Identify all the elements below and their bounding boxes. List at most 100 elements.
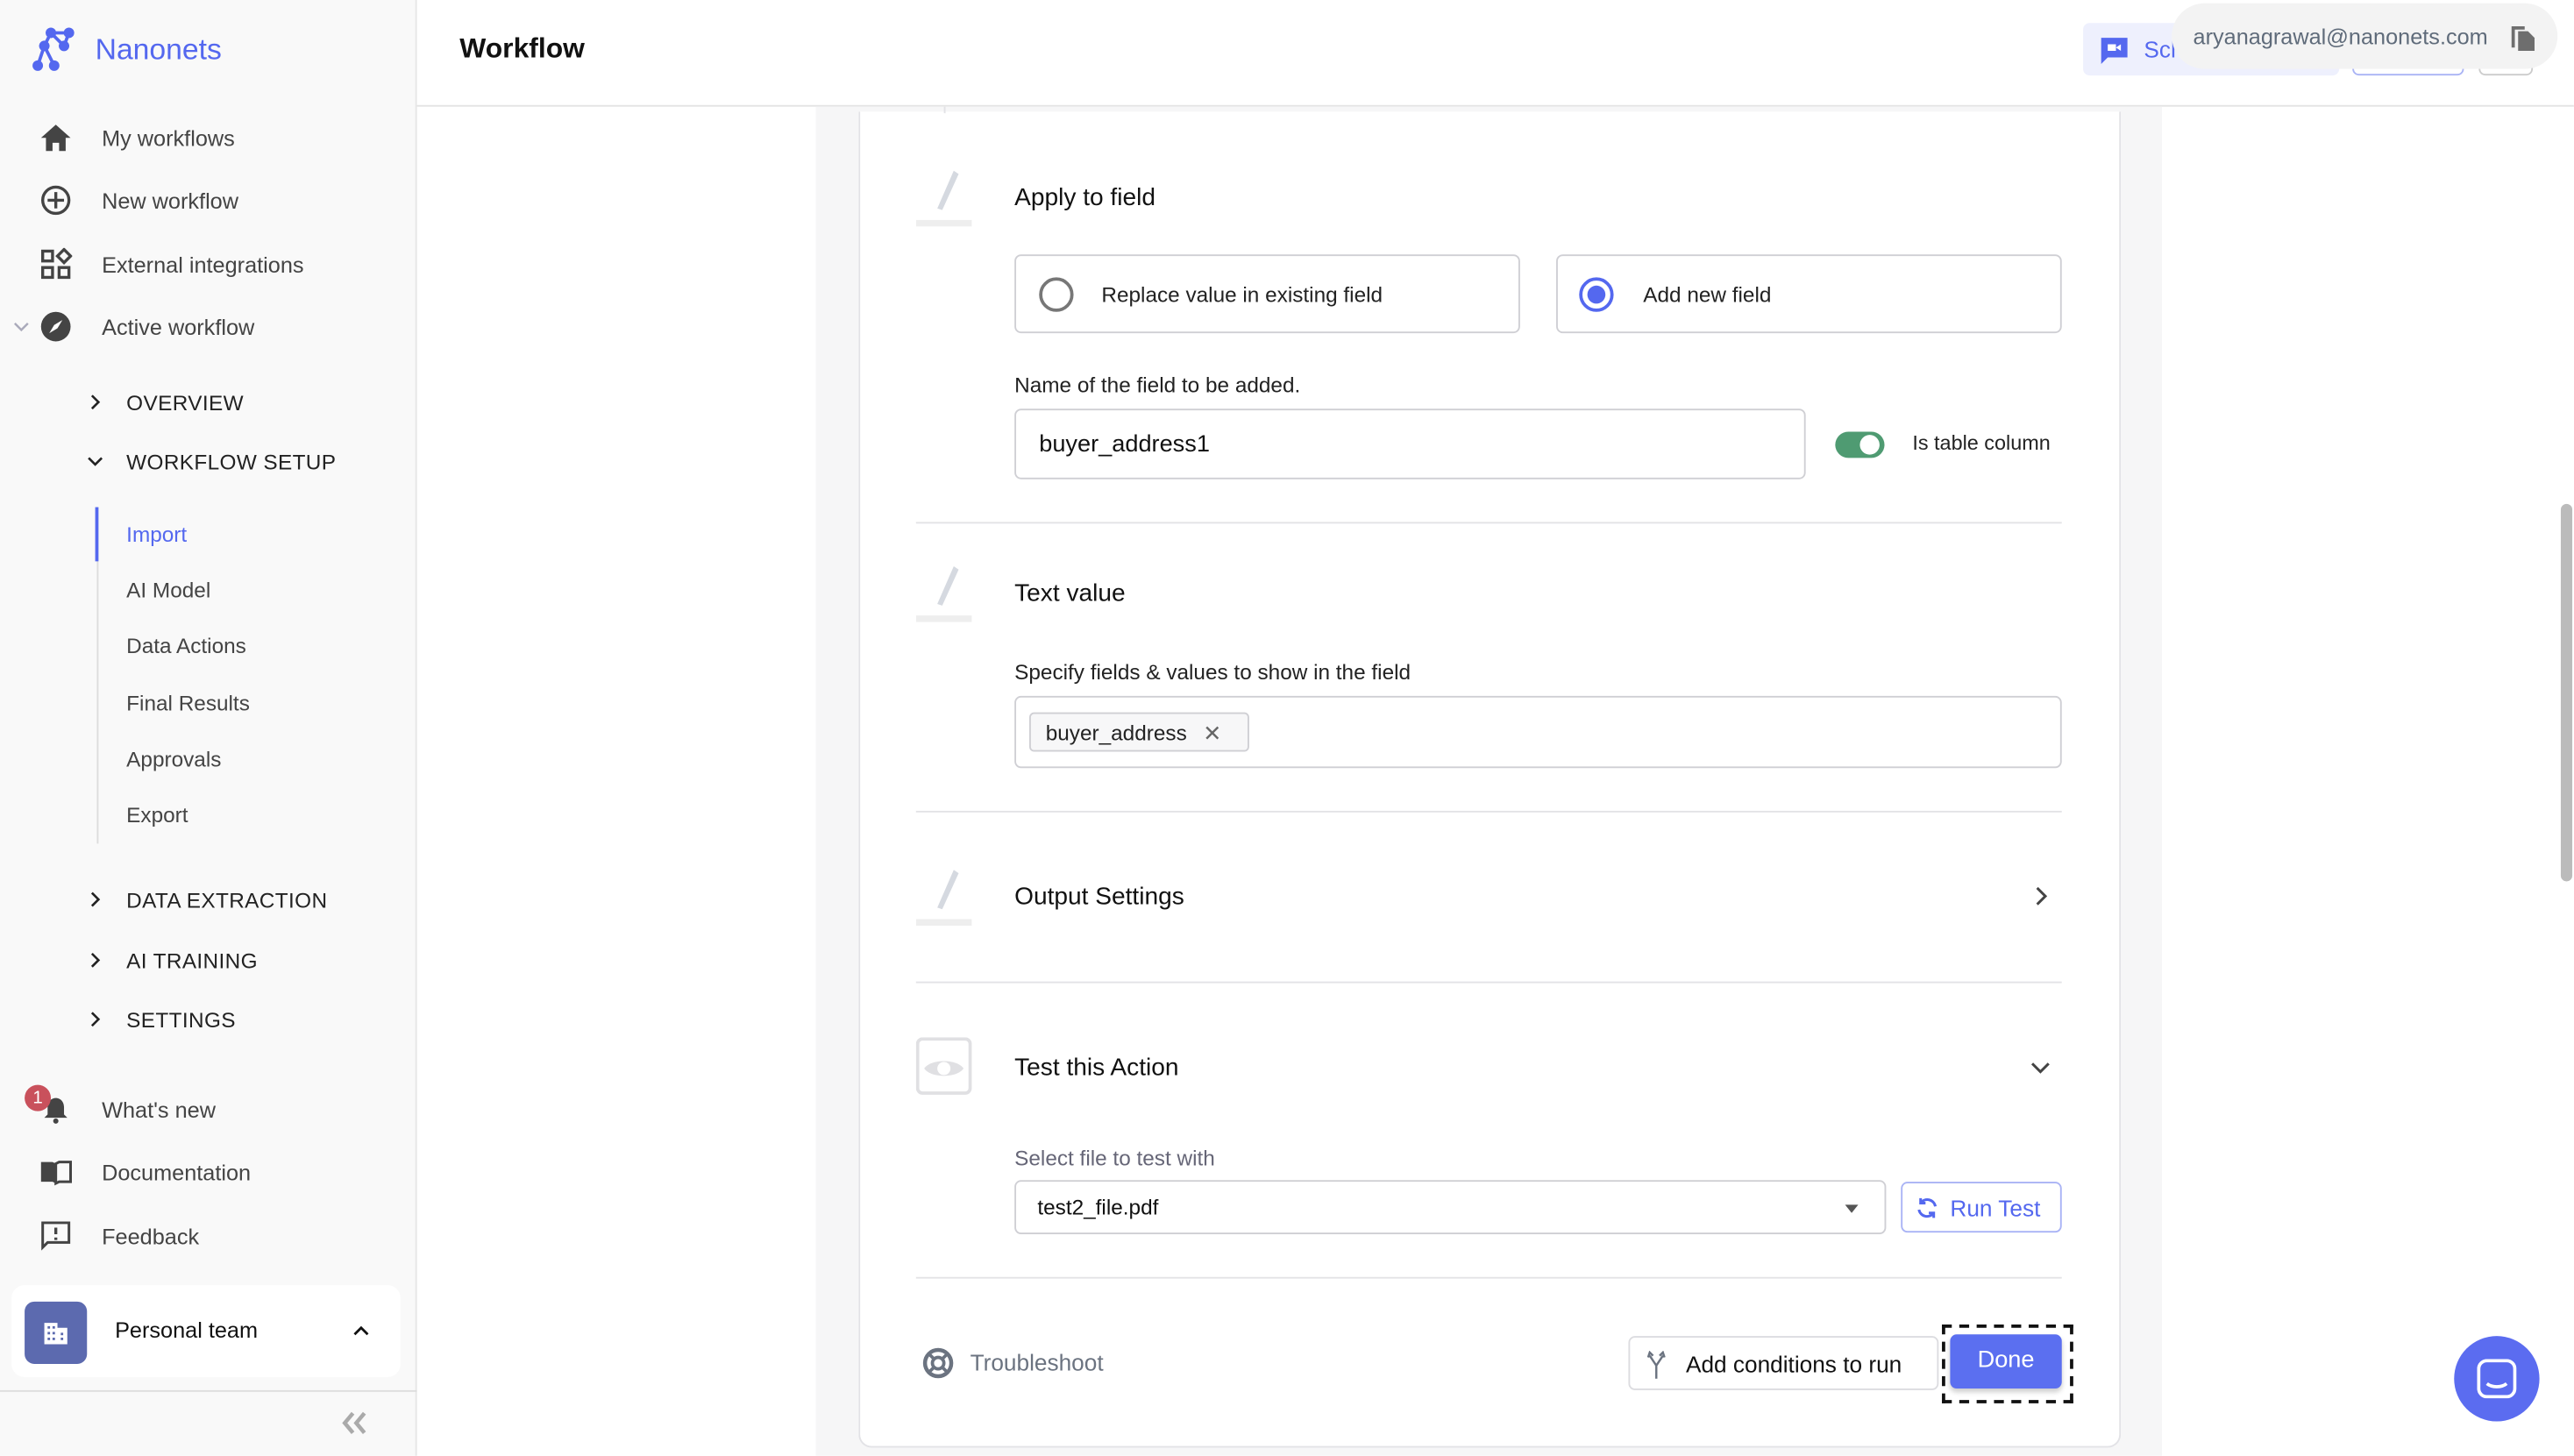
chevron-down-icon <box>88 457 103 466</box>
radio-add-new-field[interactable]: Add new field <box>1556 254 2062 334</box>
chevron-down-icon <box>13 323 29 332</box>
sidebar-item-ai-model[interactable]: AI Model <box>126 578 210 602</box>
page-title: Workflow <box>459 32 585 65</box>
table-column-label: Is table column <box>1912 431 2051 455</box>
team-avatar <box>25 1301 88 1364</box>
sidebar-item-import[interactable]: Import <box>126 522 187 546</box>
text-value-label: Specify fields & values to show in the f… <box>1014 659 1411 685</box>
feedback-icon <box>41 1221 71 1251</box>
test-file-select[interactable]: test2_file.pdf <box>1014 1180 1887 1235</box>
sidebar-item-active-workflow[interactable]: Active workflow <box>0 302 417 352</box>
section-title-text-value: Text value <box>1014 579 1126 607</box>
radio-checked-icon <box>1579 277 1614 312</box>
pencil-icon <box>915 565 972 622</box>
radio-label: Replace value in existing field <box>1101 282 1383 308</box>
active-indicator <box>95 507 99 562</box>
sidebar-item-new-workflow[interactable]: New workflow <box>0 175 417 224</box>
add-conditions-button[interactable]: Add conditions to run <box>1628 1336 1939 1390</box>
section-label: SETTINGS <box>126 1006 236 1032</box>
chat-launcher-button[interactable] <box>2454 1336 2540 1422</box>
compass-icon <box>40 311 71 342</box>
sidebar-item-label: Documentation <box>102 1159 252 1184</box>
radio-unchecked-icon <box>1039 277 1074 312</box>
sidebar-item-export[interactable]: Export <box>126 803 188 827</box>
video-chat-icon <box>2101 38 2128 65</box>
chat-icon <box>2477 1359 2517 1399</box>
done-button[interactable]: Done <box>1950 1334 2062 1389</box>
sidebar-item-label: Feedback <box>102 1223 200 1248</box>
notification-badge: 1 <box>25 1084 52 1112</box>
pencil-icon <box>915 170 972 227</box>
add-conditions-label: Add conditions to run <box>1685 1350 1902 1377</box>
sidebar-section-overview[interactable]: OVERVIEW <box>0 378 417 427</box>
text-value-tag-input[interactable]: buyer_address <box>1014 695 2062 769</box>
chevron-right-icon <box>90 952 101 968</box>
sidebar-item-data-actions[interactable]: Data Actions <box>126 634 246 658</box>
section-label: DATA EXTRACTION <box>126 887 328 913</box>
radio-replace-value[interactable]: Replace value in existing field <box>1014 254 1520 334</box>
eye-icon <box>915 1037 972 1095</box>
sidebar-item-external-integrations[interactable]: External integrations <box>0 239 417 288</box>
user-email: aryanagrawal@nanonets.com <box>2193 25 2488 50</box>
table-column-toggle[interactable] <box>1835 431 1885 458</box>
close-icon[interactable] <box>1203 724 1221 742</box>
section-label: OVERVIEW <box>126 389 244 415</box>
widgets-icon <box>40 247 73 280</box>
sidebar-section-workflow-setup[interactable]: WORKFLOW SETUP <box>0 437 417 486</box>
sidebar: Nanonets My workflows New workflow Exter… <box>0 0 417 1456</box>
field-name-input[interactable]: buyer_address1 <box>1014 408 1806 479</box>
divider <box>915 810 2062 813</box>
plus-circle-icon <box>40 185 71 216</box>
scrollbar-thumb[interactable] <box>2560 503 2573 882</box>
sidebar-item-documentation[interactable]: Documentation <box>0 1147 417 1197</box>
home-icon <box>40 124 71 152</box>
email-tooltip: aryanagrawal@nanonets.com <box>2172 3 2558 69</box>
refresh-icon <box>1917 1197 1938 1218</box>
section-title-test-action[interactable]: Test this Action <box>1014 1054 1178 1082</box>
tag-label: buyer_address <box>1045 720 1187 746</box>
sidebar-item-my-workflows[interactable]: My workflows <box>0 113 417 162</box>
nanonets-logo-icon <box>32 27 75 71</box>
chevron-right-icon <box>90 891 101 907</box>
sidebar-item-label: What's new <box>102 1097 216 1122</box>
sidebar-item-whats-new[interactable]: 1 What's new <box>0 1084 417 1134</box>
section-title-output-settings[interactable]: Output Settings <box>1014 883 1184 911</box>
sidebar-item-label: External integrations <box>102 252 304 277</box>
sidebar-item-feedback[interactable]: Feedback <box>0 1211 417 1261</box>
sidebar-section-data-extraction[interactable]: DATA EXTRACTION <box>0 875 417 924</box>
brand-name: Nanonets <box>95 32 222 66</box>
sidebar-item-approvals[interactable]: Approvals <box>126 747 221 771</box>
tab-divider <box>943 106 946 114</box>
divider <box>915 1276 2062 1279</box>
divider <box>915 981 2062 984</box>
selected-file: test2_file.pdf <box>1037 1195 1159 1220</box>
copy-icon[interactable] <box>2510 23 2536 53</box>
chevron-down-icon[interactable] <box>2029 1055 2051 1078</box>
sidebar-item-label: Active workflow <box>102 314 255 339</box>
sidebar-section-settings[interactable]: SETTINGS <box>0 995 417 1044</box>
radio-label: Add new field <box>1643 282 1772 308</box>
chevron-right-icon <box>90 1012 101 1027</box>
book-icon <box>40 1161 73 1186</box>
sidebar-section-ai-training[interactable]: AI TRAINING <box>0 935 417 984</box>
team-name: Personal team <box>115 1318 259 1343</box>
team-switcher[interactable]: Personal team <box>11 1285 401 1377</box>
divider <box>915 522 2062 524</box>
caret-down-icon <box>1845 1204 1859 1213</box>
fork-icon <box>1646 1350 1666 1379</box>
field-name-value: buyer_address1 <box>1039 431 1210 458</box>
divider <box>0 1389 417 1392</box>
section-label: WORKFLOW SETUP <box>126 449 337 474</box>
collapse-sidebar-icon[interactable] <box>340 1410 370 1436</box>
run-test-button[interactable]: Run Test <box>1901 1182 2062 1233</box>
section-label: AI TRAINING <box>126 948 258 973</box>
field-name-label: Name of the field to be added. <box>1014 373 1301 398</box>
section-title-apply-to-field: Apply to field <box>1014 183 1155 212</box>
sidebar-item-final-results[interactable]: Final Results <box>126 691 250 715</box>
chevron-right-icon <box>90 394 101 410</box>
pencil-icon <box>915 870 972 927</box>
sidebar-item-label: New workflow <box>102 188 239 213</box>
lifebuoy-icon <box>922 1347 954 1379</box>
chevron-right-icon[interactable] <box>2029 884 2051 907</box>
troubleshoot-link[interactable]: Troubleshoot <box>922 1346 1135 1379</box>
